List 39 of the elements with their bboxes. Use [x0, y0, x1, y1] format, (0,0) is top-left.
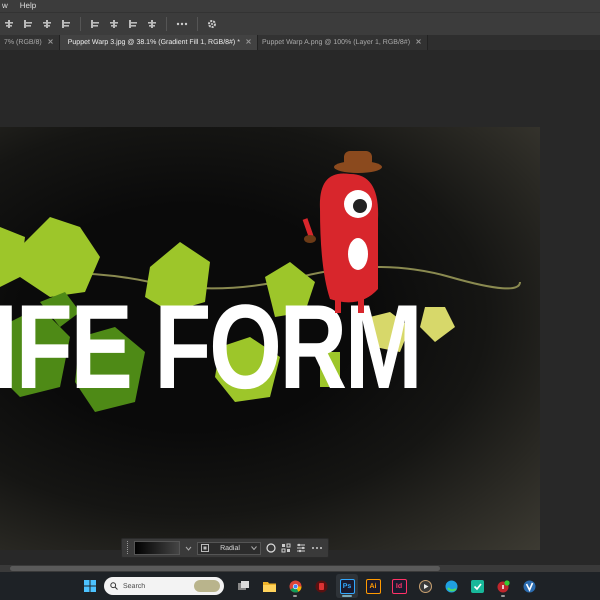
close-icon[interactable] [416, 39, 422, 44]
align-icon[interactable] [23, 19, 33, 29]
running-indicator [293, 595, 297, 597]
start-icon[interactable] [84, 580, 96, 592]
gradient-swatch[interactable] [134, 541, 180, 555]
circle-icon[interactable] [266, 543, 276, 553]
sliders-icon[interactable] [296, 543, 306, 553]
close-icon[interactable] [246, 39, 251, 44]
windows-icon[interactable] [236, 580, 250, 592]
caret-icon[interactable] [185, 546, 192, 550]
align-icon[interactable] [4, 19, 14, 29]
layers-icon[interactable] [281, 543, 291, 553]
caret-icon [250, 546, 257, 550]
folder-icon[interactable] [262, 580, 276, 592]
align-icon[interactable] [128, 19, 138, 29]
more-icon[interactable] [311, 546, 323, 550]
browser-icon[interactable] [288, 580, 302, 592]
align-icon[interactable] [61, 19, 71, 29]
running-indicator [501, 595, 505, 597]
menu-item[interactable]: Help [18, 0, 38, 12]
align-icon[interactable] [147, 19, 157, 29]
landscape-thumbnail [194, 580, 220, 592]
checkmark-icon[interactable] [470, 580, 484, 592]
play-icon[interactable] [418, 580, 432, 592]
align-icon[interactable] [109, 19, 119, 29]
search-icon [110, 582, 118, 590]
align-icon[interactable] [90, 19, 100, 29]
settings-icon[interactable] [207, 19, 217, 29]
browser-icon[interactable] [444, 580, 458, 592]
letter-v-icon[interactable] [522, 580, 536, 592]
align-icon[interactable] [42, 19, 52, 29]
more-icon[interactable] [176, 22, 188, 26]
close-icon[interactable] [48, 39, 53, 44]
running-indicator [342, 595, 352, 597]
scrollbar-thumb[interactable] [10, 566, 440, 571]
radial-gradient-icon [201, 544, 209, 552]
drag-handle-icon[interactable] [126, 541, 129, 555]
badge-icon[interactable] [496, 580, 510, 592]
menu-item[interactable]: w [0, 0, 10, 12]
